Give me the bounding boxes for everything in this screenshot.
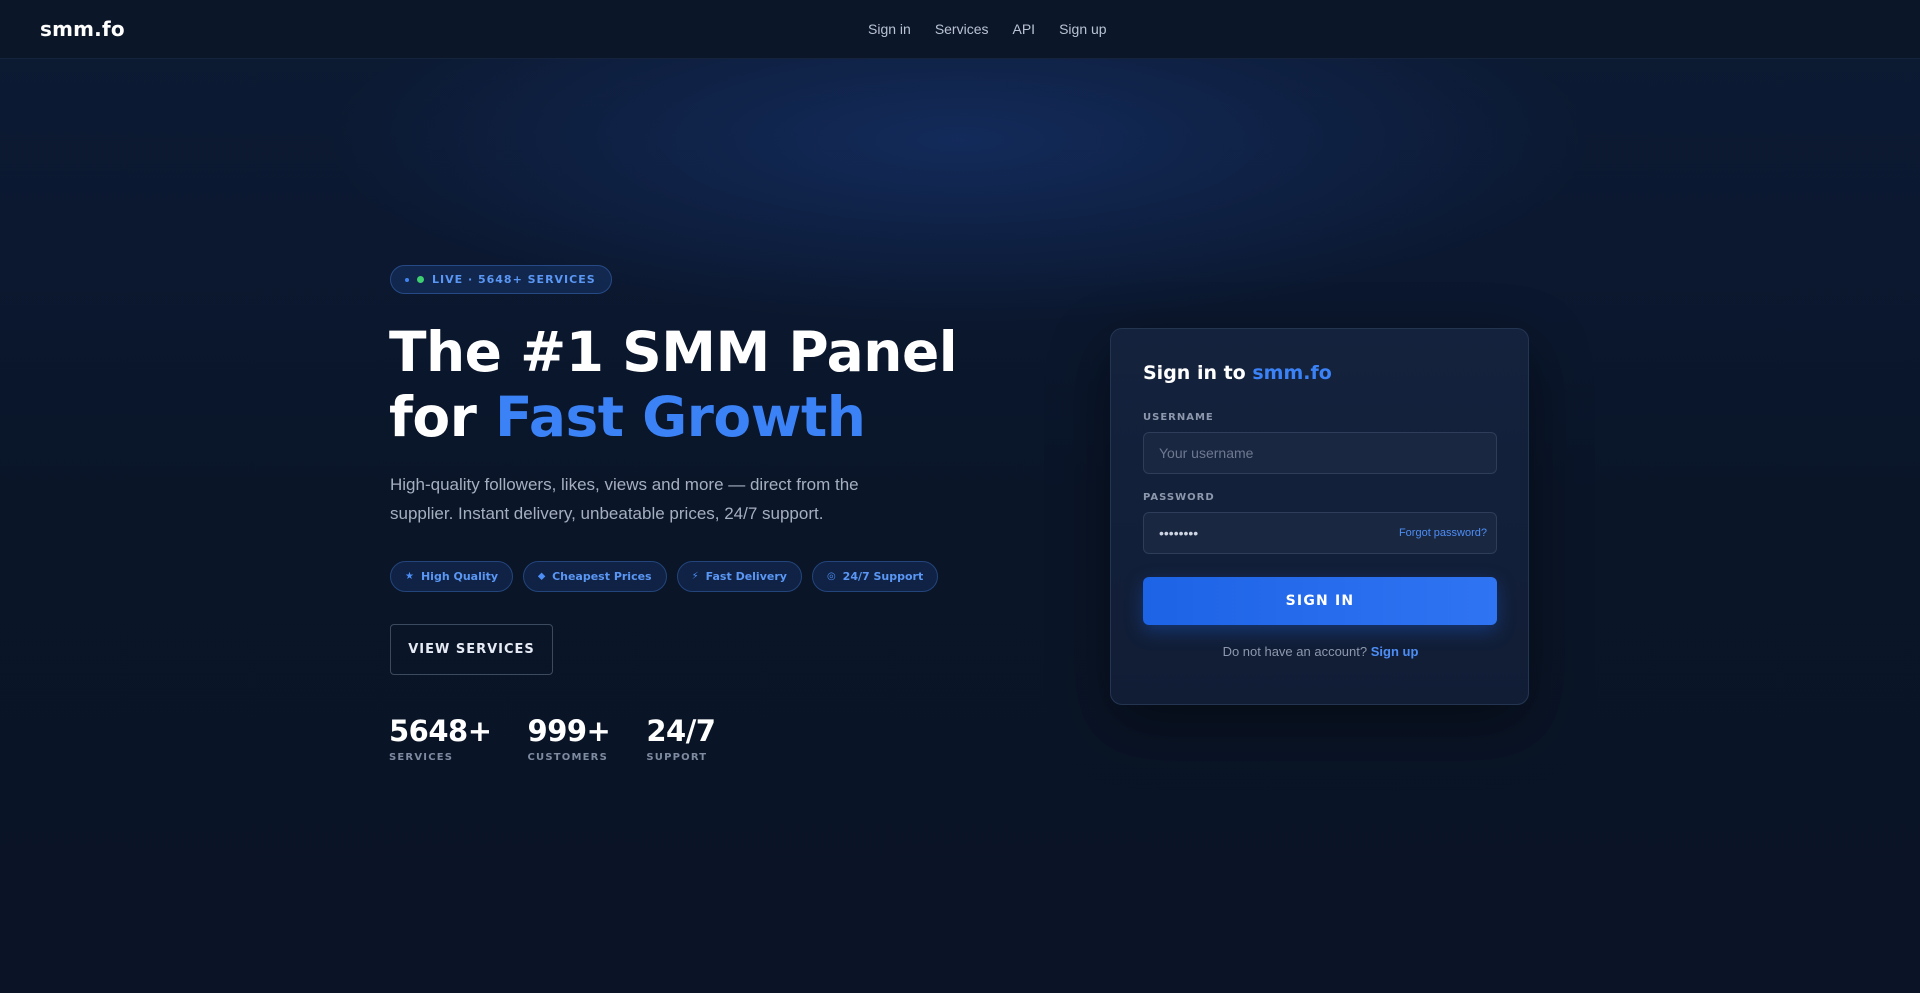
password-field-wrapper: Forgot password? (1143, 512, 1497, 554)
bolt-icon: ⚡ (691, 570, 699, 582)
feature-chips: ★ High Quality ⬥ Cheapest Prices ⚡ Fast … (390, 561, 939, 592)
stat-value: 24/7 (646, 714, 716, 748)
username-field-wrapper (1143, 432, 1497, 474)
stat-label: CUSTOMERS (527, 752, 608, 763)
nav-services-link[interactable]: Services (935, 21, 989, 37)
stat-value: 999+ (527, 714, 611, 748)
hero-title: The #1 SMM Panel for Fast Growth (389, 320, 958, 450)
password-label: PASSWORD (1143, 492, 1215, 503)
nav-api-link[interactable]: API (1013, 21, 1036, 37)
stat-label: SERVICES (389, 752, 454, 763)
feature-chip-fast-delivery: ⚡ Fast Delivery (676, 561, 802, 592)
signup-prompt: Do not have an account? Sign up (1111, 644, 1530, 659)
stat-services: 5648+ SERVICES (389, 714, 492, 763)
hero-title-line1: The #1 SMM Panel (389, 320, 958, 384)
nav-sign-up-link[interactable]: Sign up (1059, 21, 1106, 37)
signup-link[interactable]: Sign up (1371, 644, 1419, 659)
sign-in-card: Sign in to smm.fo USERNAME PASSWORD Forg… (1110, 328, 1529, 705)
live-badge-text: LIVE · 5648+ SERVICES (432, 273, 596, 286)
nav-sign-in-link[interactable]: Sign in (868, 21, 911, 37)
signup-prompt-text: Do not have an account? (1222, 644, 1368, 659)
view-services-button[interactable]: VIEW SERVICES (390, 624, 553, 675)
feature-chip-support: ◎ 24/7 Support (811, 561, 939, 592)
bullet-icon (405, 277, 409, 282)
sign-in-title-brand: smm.fo (1252, 362, 1332, 384)
username-input[interactable] (1144, 433, 1496, 473)
feature-chip-label: High Quality (420, 570, 499, 583)
hero-section: LIVE · 5648+ SERVICES The #1 SMM Panel f… (0, 0, 1920, 993)
stat-customers: 999+ CUSTOMERS (528, 714, 611, 763)
sign-in-title: Sign in to smm.fo (1143, 362, 1332, 384)
stats-row: 5648+ SERVICES 999+ CUSTOMERS 24/7 SUPPO… (389, 714, 752, 763)
live-status-badge: LIVE · 5648+ SERVICES (390, 265, 612, 294)
hero-title-accent: Fast Growth (495, 385, 866, 449)
stat-support: 24/7 SUPPORT (646, 714, 716, 763)
hero-title-line2-prefix: for (389, 385, 495, 449)
stat-value: 5648+ (389, 714, 492, 748)
tag-icon: ⬥ (538, 570, 546, 582)
main-nav: Sign in Services API Sign up (868, 21, 1107, 37)
star-icon: ★ (405, 570, 414, 582)
username-label: USERNAME (1143, 412, 1214, 423)
feature-chip-cheapest-prices: ⬥ Cheapest Prices (523, 561, 667, 592)
feature-chip-high-quality: ★ High Quality (390, 561, 514, 592)
forgot-password-link[interactable]: Forgot password? (1399, 527, 1487, 539)
feature-chip-label: Fast Delivery (705, 570, 787, 583)
sign-in-button[interactable]: SIGN IN (1143, 577, 1497, 625)
brand-logo[interactable]: smm.fo (40, 17, 125, 41)
support-icon: ◎ (826, 570, 836, 582)
feature-chip-label: Cheapest Prices (552, 570, 652, 583)
feature-chip-label: 24/7 Support (842, 570, 924, 583)
hero-subtitle: High-quality followers, likes, views and… (390, 475, 859, 523)
sign-in-title-prefix: Sign in to (1143, 362, 1253, 384)
top-navbar: smm.fo Sign in Services API Sign up (0, 0, 1920, 59)
live-dot-icon (417, 276, 424, 283)
stat-label: SUPPORT (646, 752, 708, 763)
